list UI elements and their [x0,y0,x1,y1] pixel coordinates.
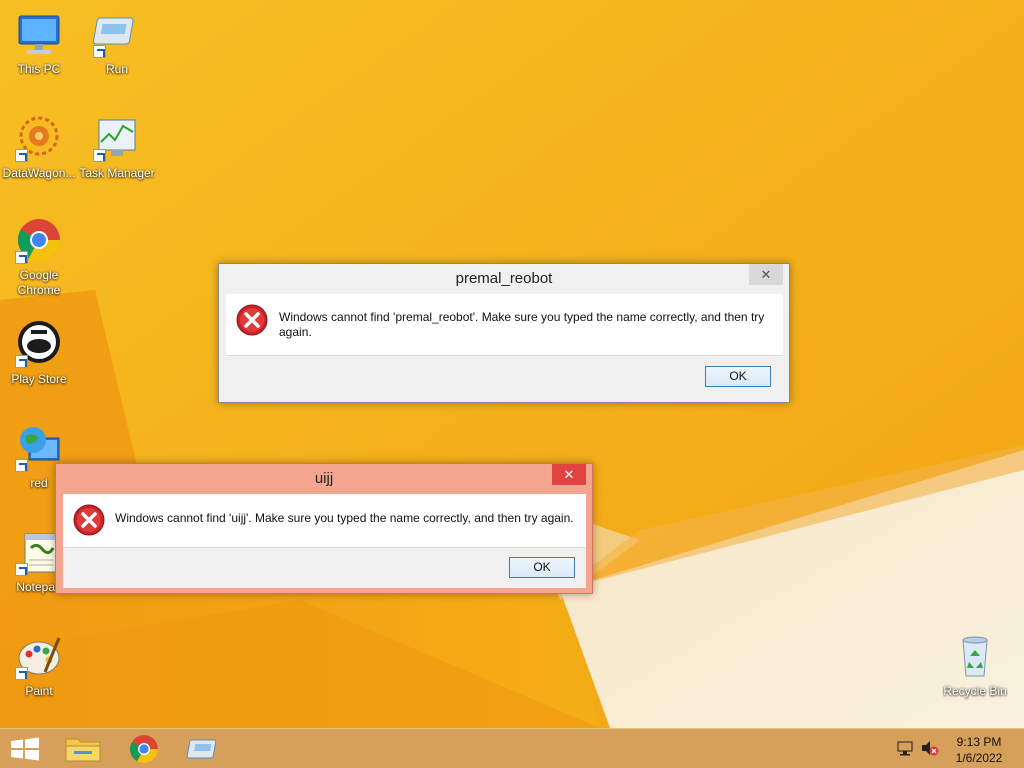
shortcut-arrow-icon [93,149,106,162]
chrome-icon [15,216,63,264]
ok-button[interactable]: OK [509,557,575,578]
shortcut-arrow-icon [15,149,28,162]
folder-icon [65,738,101,762]
dialog-content: Windows cannot find 'premal_reobot'. Mak… [226,294,783,355]
clock[interactable]: 9:13 PM 1/6/2022 [948,734,1010,766]
shortcut-arrow-icon [15,563,28,576]
run-shortcut[interactable]: Run [78,10,156,77]
paint-palette-icon [15,632,63,680]
icon-label: DataWagon... [2,166,76,180]
paint-shortcut[interactable]: Paint [0,632,78,699]
chrome-icon [130,735,158,763]
datawagon-shortcut[interactable]: DataWagon... [0,114,78,181]
network-icon[interactable] [896,739,914,760]
clock-time: 9:13 PM [956,735,1002,749]
shortcut-arrow-icon [15,355,28,368]
task-manager-shortcut[interactable]: Task Manager [78,114,156,181]
task-manager-icon [93,114,141,162]
this-pc-shortcut[interactable]: This PC [0,10,78,77]
taskbar: 9:13 PM 1/6/2022 [0,728,1024,768]
windows-logo-icon [11,737,39,761]
dialog-titlebar[interactable]: premal_reobot ✕ [219,264,789,294]
icon-label: Paint [25,684,53,698]
taskbar-run[interactable] [176,729,232,768]
shortcut-arrow-icon [15,459,28,472]
error-message: Windows cannot find 'premal_reobot'. Mak… [279,310,765,339]
taskbar-google-chrome[interactable] [116,729,172,768]
recycle-bin-icon [951,632,999,680]
close-button[interactable]: ✕ [749,264,783,285]
dialog-footer: OK [226,355,783,397]
icon-label: Play Store [11,372,67,386]
error-dialog-premal-reobot: premal_reobot ✕ Windows cannot find 'pre… [218,263,790,403]
close-button[interactable]: ✕ [552,464,586,485]
error-icon [236,304,268,336]
play-store-shortcut[interactable]: Play Store [0,320,78,387]
dialog-title: uijj [314,470,334,487]
play-store-icon [15,320,63,368]
desktop: This PC Run DataWagon... Task Manager Go… [0,0,1024,728]
dialog-content: Windows cannot find 'uijj'. Make sure yo… [63,494,586,547]
dialog-title: premal_reobot [455,270,553,287]
icon-label: Google Chrome [17,268,61,297]
clock-date: 1/6/2022 [955,751,1003,765]
icon-label: This PC [17,62,61,76]
close-icon: ✕ [760,267,772,282]
error-dialog-uijj: uijj ✕ Windows cannot find 'uijj'. Make … [55,463,593,594]
datawagon-icon [15,114,63,162]
dialog-titlebar[interactable]: uijj ✕ [56,464,592,494]
icon-label: Run [105,62,128,76]
icon-label: Task Manager [79,166,155,180]
run-icon [92,10,141,58]
close-icon: ✕ [563,467,575,482]
shortcut-arrow-icon [93,45,106,58]
ok-button[interactable]: OK [705,366,771,387]
error-icon [73,504,105,536]
dialog-footer: OK [63,547,586,588]
shortcut-arrow-icon [15,667,28,680]
taskbar-file-explorer[interactable] [56,729,112,768]
volume-muted-icon[interactable] [920,739,940,760]
error-message: Windows cannot find 'uijj'. Make sure yo… [115,511,574,525]
icon-label: Recycle Bin [943,684,1007,698]
recycle-bin-shortcut[interactable]: Recycle Bin [936,632,1014,699]
start-button[interactable] [0,729,56,768]
shortcut-arrow-icon [15,251,28,264]
computer-icon [15,10,63,58]
run-icon [186,739,217,759]
google-chrome-shortcut[interactable]: Google Chrome [0,216,78,298]
